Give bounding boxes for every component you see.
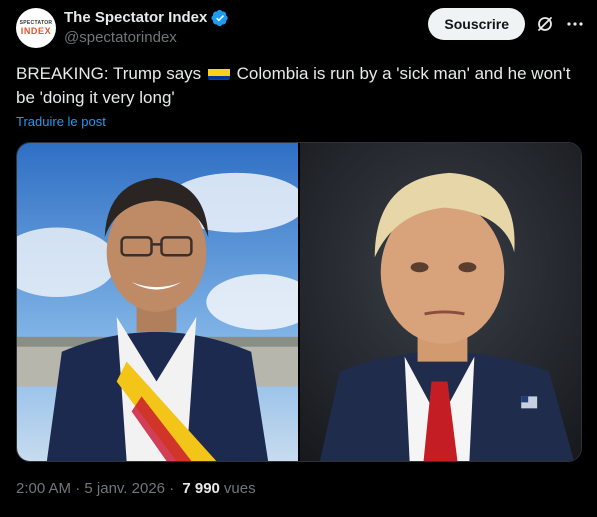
tweet-time[interactable]: 2:00 AM [16,480,71,497]
tweet-text: BREAKING: Trump says Colombia is run by … [16,62,582,110]
author-names: The Spectator Index @spectatorindex [64,8,229,48]
photo-petro[interactable] [17,143,298,461]
author-handle[interactable]: @spectatorindex [64,28,229,48]
meta-separator: · [71,480,85,497]
avatar[interactable]: SPECTATOR INDEX [16,8,56,48]
translate-link[interactable]: Traduire le post [16,114,106,129]
tweet-text-part1: BREAKING: Trump says [16,64,206,83]
colombia-flag-icon [207,66,230,80]
verified-badge-icon [211,9,229,27]
views-count: 7 990 [182,480,220,497]
tweet-meta: 2:00 AM · 5 janv. 2026 · 7 990 vues [16,480,256,497]
tweet-date[interactable]: 5 janv. 2026 [84,480,165,497]
photo-trump[interactable] [300,143,581,461]
subscribe-button[interactable]: Souscrire [428,8,525,40]
tweet-media[interactable] [16,142,582,462]
header-actions: Souscrire [428,8,585,40]
tweet-header: SPECTATOR INDEX The Spectator Index @spe… [16,8,585,52]
views-label: vues [223,480,256,497]
meta-separator: · [165,480,179,497]
avatar-text-bottom: INDEX [20,26,52,36]
more-icon[interactable] [565,14,585,34]
author-display-name[interactable]: The Spectator Index [64,8,207,28]
grok-icon[interactable] [535,14,555,34]
